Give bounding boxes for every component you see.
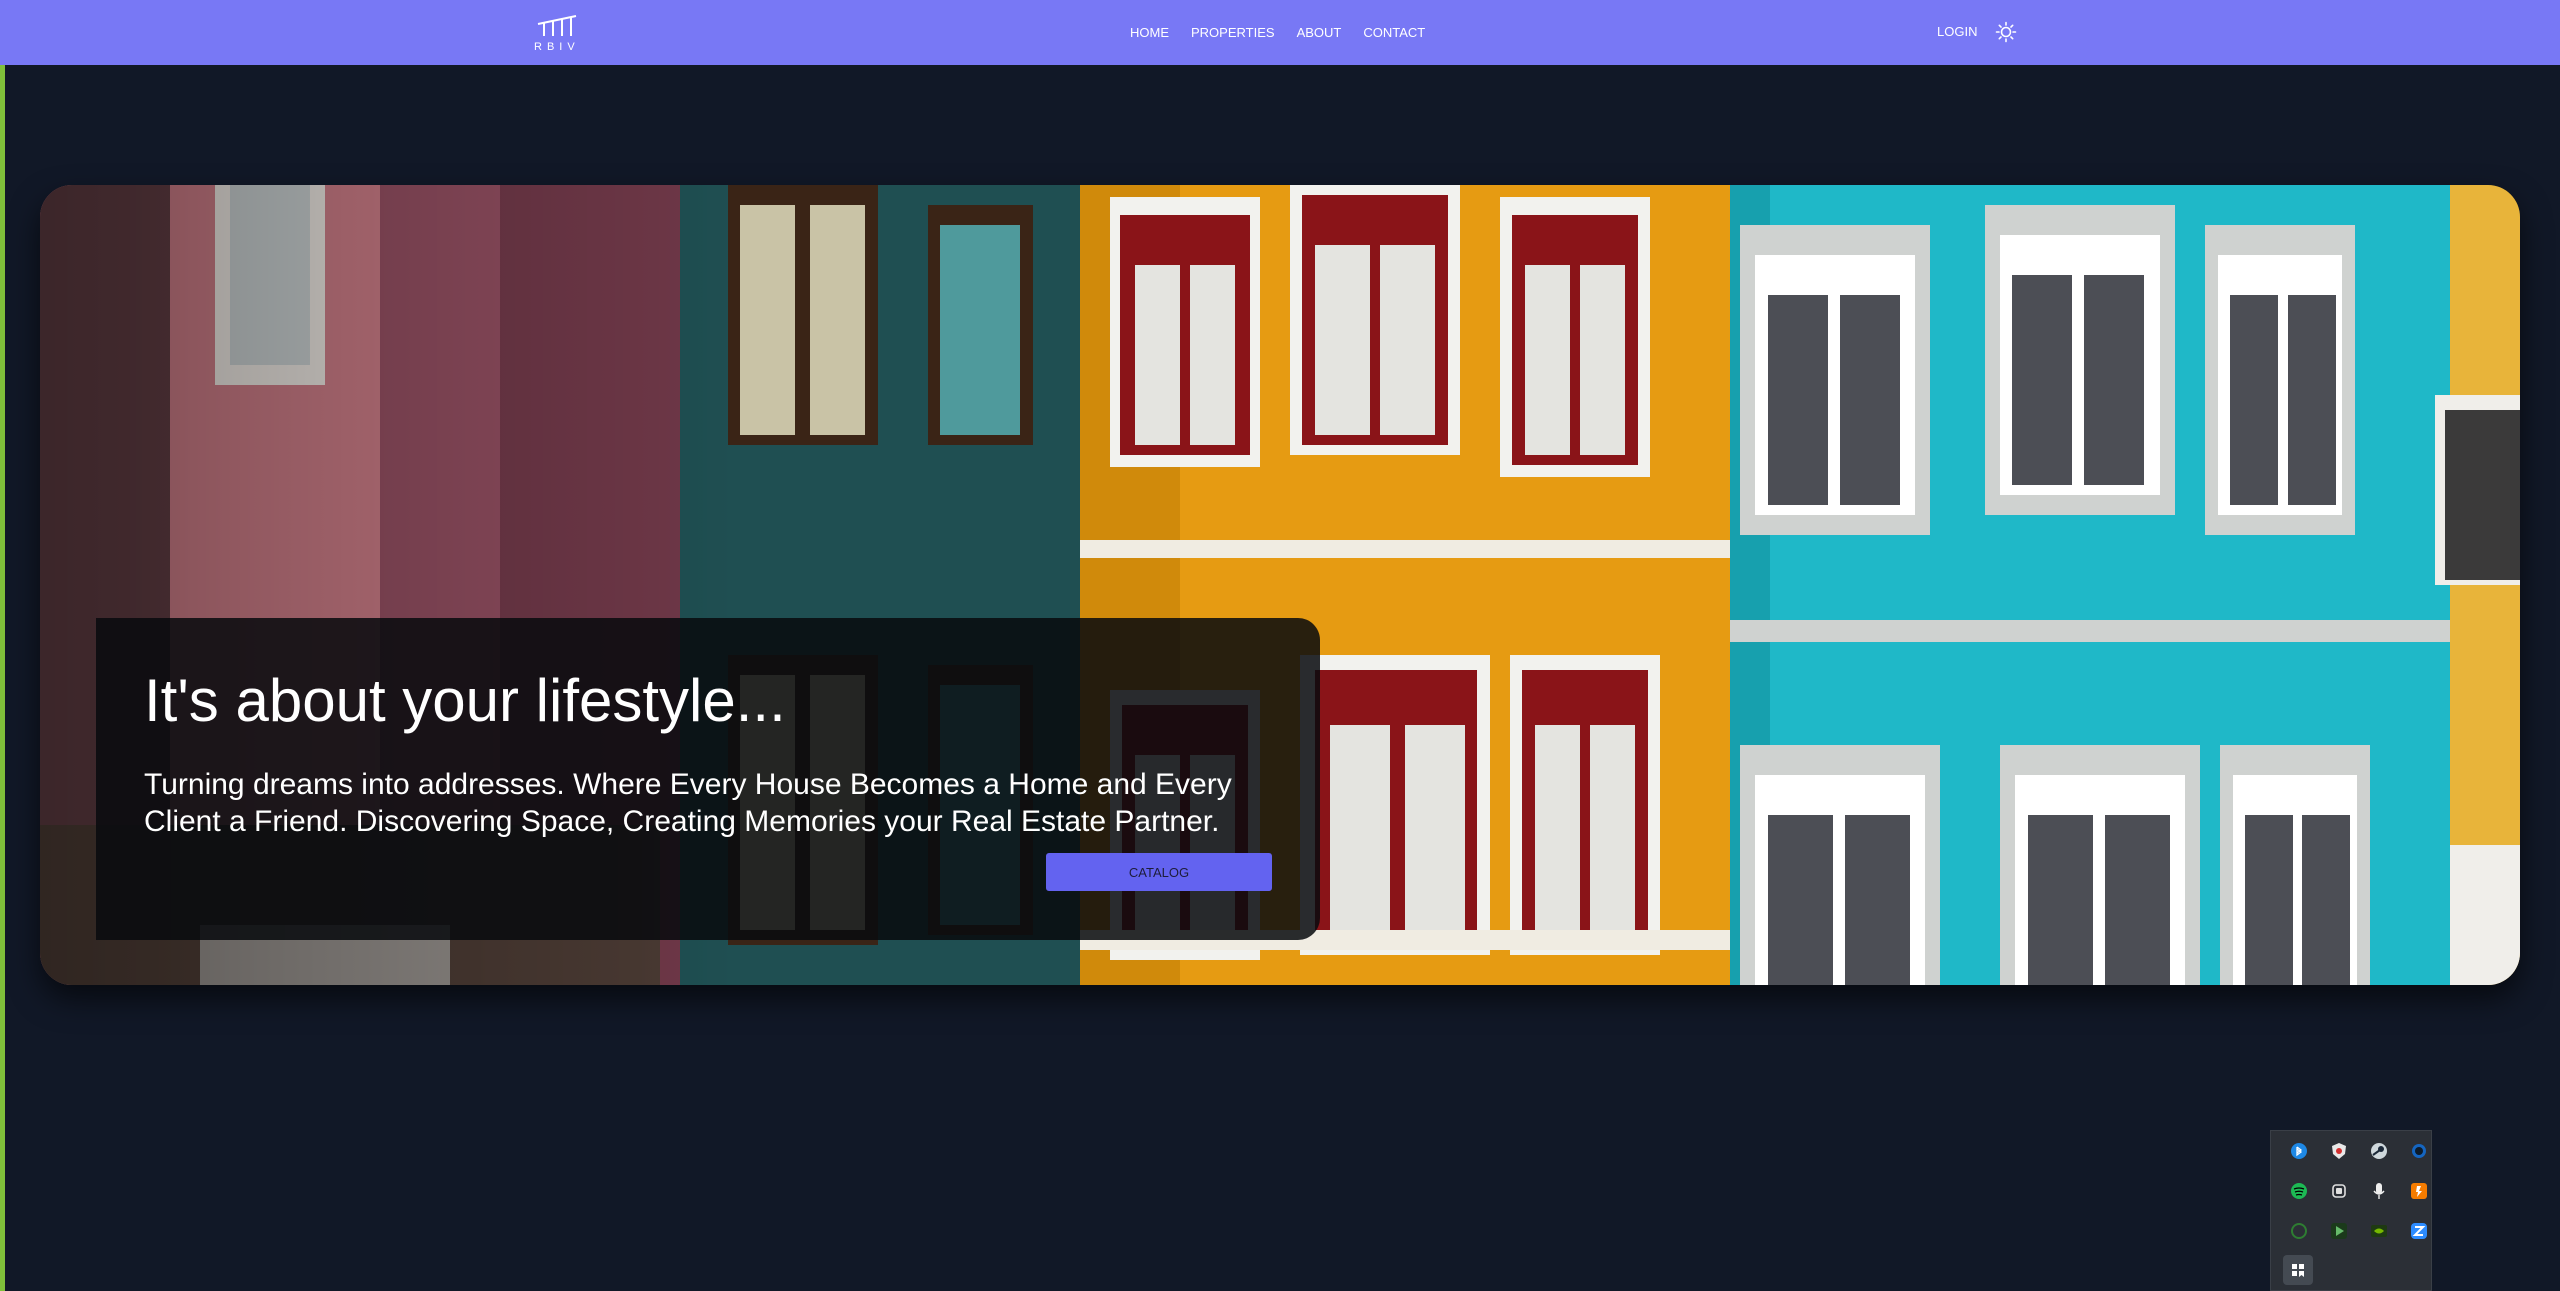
hero-headline: It's about your lifestyle... — [144, 667, 786, 734]
bluetooth-icon[interactable] — [2289, 1141, 2309, 1161]
nvidia-icon[interactable] — [2369, 1221, 2389, 1241]
play-icon[interactable] — [2329, 1221, 2349, 1241]
theme-toggle-button[interactable] — [1995, 21, 2017, 43]
hero-overlay-card: It's about your lifestyle... Turning dre… — [96, 618, 1320, 940]
building-logo-icon — [537, 15, 577, 36]
green-circle-icon[interactable] — [2289, 1221, 2309, 1241]
spotify-icon[interactable] — [2289, 1181, 2309, 1201]
circle-app-icon[interactable] — [2409, 1141, 2429, 1161]
catalog-button[interactable]: CATALOG — [1046, 853, 1272, 891]
steam-icon[interactable] — [2369, 1141, 2389, 1161]
brand-logo[interactable]: RBIV — [532, 8, 588, 56]
nav-home[interactable]: HOME — [1130, 25, 1169, 40]
shield-icon[interactable] — [2329, 1141, 2349, 1161]
navbar: RBIV HOME PROPERTIES ABOUT CONTACT LOGIN — [0, 0, 2560, 65]
hero-banner: It's about your lifestyle... Turning dre… — [40, 185, 2520, 985]
nav-contact[interactable]: CONTACT — [1363, 25, 1425, 40]
nav-properties[interactable]: PROPERTIES — [1191, 25, 1275, 40]
microphone-icon[interactable] — [2369, 1181, 2389, 1201]
hero-description: Turning dreams into addresses. Where Eve… — [144, 768, 1232, 838]
main-nav: HOME PROPERTIES ABOUT CONTACT — [1130, 0, 1425, 65]
system-tray-popup — [2270, 1130, 2432, 1291]
logo-text: RBIV — [534, 41, 580, 53]
login-link[interactable]: LOGIN — [1937, 24, 1977, 39]
bookmark-icon[interactable] — [2283, 1255, 2313, 1285]
nav-about[interactable]: ABOUT — [1297, 25, 1342, 40]
orange-app-icon[interactable] — [2409, 1181, 2429, 1201]
window-left-edge — [0, 0, 5, 1291]
zoom-icon[interactable] — [2409, 1221, 2429, 1241]
sun-icon — [1995, 21, 2017, 43]
copy-app-icon[interactable] — [2329, 1181, 2349, 1201]
